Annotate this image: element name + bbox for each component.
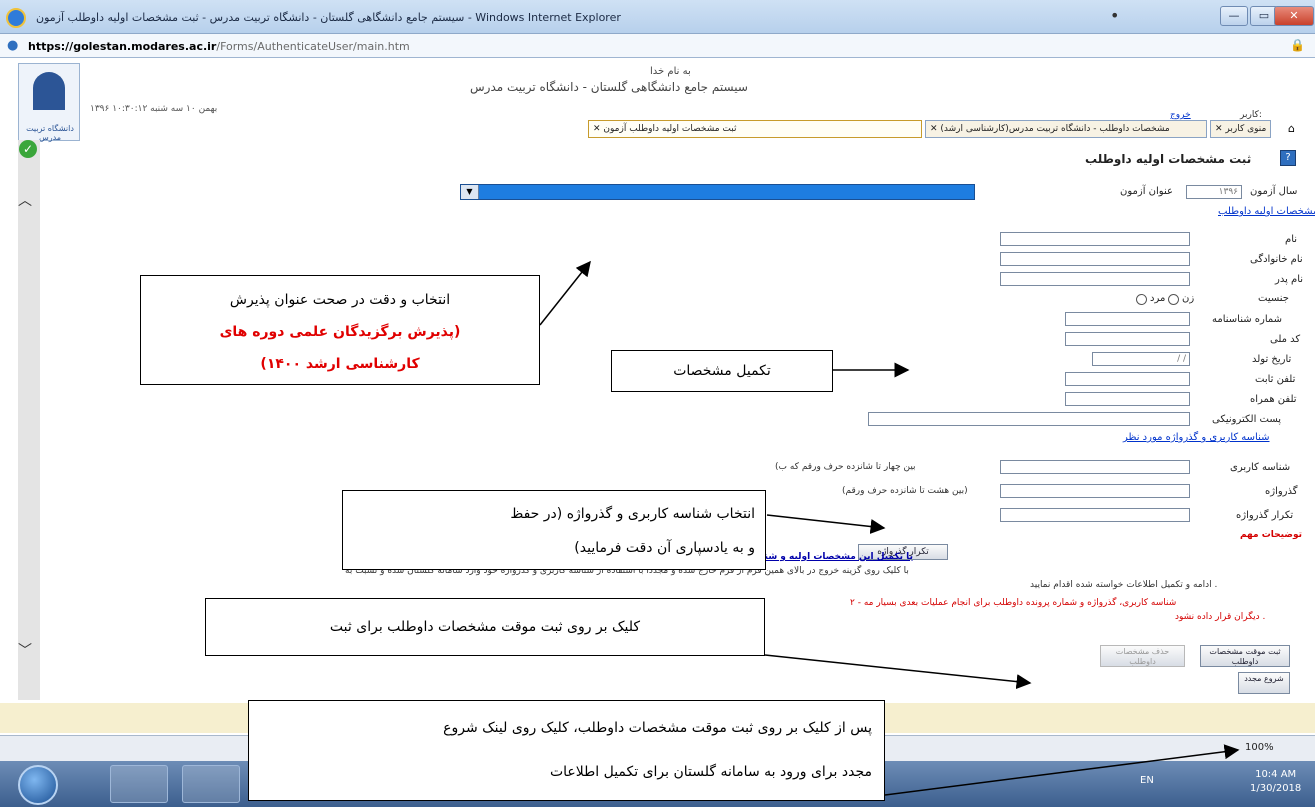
- callout-credentials: انتخاب شناسه کاربری و گذرواژه (در حفظ و …: [342, 490, 766, 570]
- annotation-arrows: [539, 260, 1240, 796]
- arrow-4: [764, 654, 1032, 690]
- callout-restart: پس از کلیک بر روی ثبت موقت مشخصات داوطلب…: [248, 700, 885, 801]
- arrow-5: [884, 744, 1240, 796]
- callout-1-line-2: (پذیرش برگزیدگان علمی دوره های: [219, 324, 461, 340]
- callout-1-line-3: کارشناسی ارشد ۱۴۰۰): [260, 356, 420, 372]
- callout-complete-info: تکمیل مشخصات: [611, 350, 833, 392]
- arrow-1: [539, 260, 591, 326]
- callout-save: کلیک بر روی ثبت موقت مشخصات داوطلب برای …: [205, 598, 765, 656]
- callout-exam-title: انتخاب و دقت در صحت عنوان پذیرش (پذیرش ب…: [140, 275, 540, 385]
- callout-5-line-1: پس از کلیک بر روی ثبت موقت مشخصات داوطلب…: [443, 720, 872, 736]
- callout-1-line-1: انتخاب و دقت در صحت عنوان پذیرش: [229, 292, 451, 308]
- arrow-3: [766, 514, 886, 534]
- callout-3-line-2: و به یادسپاری آن دقت فرمایید): [574, 540, 755, 556]
- callout-5-line-2: مجدد برای ورود به سامانه گلستان برای تکم…: [549, 764, 872, 780]
- callout-3-line-1: انتخاب شناسه کاربری و گذرواژه (در حفظ: [510, 506, 755, 522]
